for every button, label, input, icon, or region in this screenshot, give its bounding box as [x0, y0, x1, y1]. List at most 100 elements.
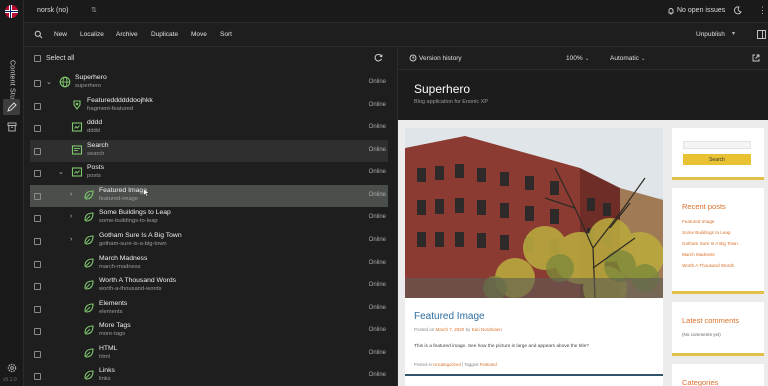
row-name: Search: [87, 142, 109, 149]
tree-row[interactable]: dddd dddd Online: [30, 117, 388, 139]
recent-post-link[interactable]: Gotham Sure Is A Big Town: [682, 241, 738, 246]
row-checkbox[interactable]: [34, 215, 41, 222]
row-status: Online: [368, 192, 386, 198]
tree-row[interactable]: Featureddddddoojhkk fragment-featured Onli…: [30, 95, 388, 117]
row-status: Online: [368, 169, 386, 175]
row-checkbox[interactable]: [34, 373, 41, 380]
site-header: Superhero Blog application for Enonic XP: [398, 70, 768, 120]
pencil-icon: [6, 102, 17, 112]
row-status: Online: [368, 237, 386, 243]
select-all-checkbox[interactable]: Select all: [34, 55, 74, 62]
theme-toggle-icon[interactable]: [733, 6, 742, 15]
duplicate-button[interactable]: Duplicate: [151, 31, 178, 38]
row-checkbox[interactable]: [34, 306, 41, 313]
row-checkbox[interactable]: [34, 148, 41, 155]
tag-link[interactable]: Featured: [480, 362, 497, 367]
row-checkbox[interactable]: [34, 170, 41, 177]
site-preview[interactable]: Superhero Blog application for Enonic XP: [398, 70, 768, 386]
swap-icon[interactable]: ⇅: [91, 6, 97, 14]
apps-menu-icon[interactable]: ⋮: [758, 5, 767, 16]
row-name: Elements: [99, 300, 128, 307]
row-path: html: [99, 354, 110, 360]
gear-icon[interactable]: [6, 362, 18, 374]
version-history-button[interactable]: Version history: [419, 55, 462, 62]
site-search-input[interactable]: [683, 141, 751, 149]
project-selector[interactable]: norsk (no): [37, 7, 69, 14]
chevron-right-icon[interactable]: ›: [70, 213, 72, 220]
tree-row[interactable]: › Featured Image featured-image Online: [30, 185, 388, 207]
version-label: v5.1.0: [3, 377, 17, 383]
chevron-right-icon[interactable]: ›: [70, 236, 72, 243]
tree-row[interactable]: › Gotham Sure Is A Big Town gotham-sure-is…: [30, 230, 388, 252]
tree-row[interactable]: HTML html Online: [30, 343, 388, 365]
card-divider: [405, 374, 663, 376]
tree-row[interactable]: Search search Online: [30, 140, 388, 162]
archive-button[interactable]: [3, 119, 20, 135]
archive-action-button[interactable]: Archive: [116, 31, 138, 38]
row-path: some-buildings-to-leap: [99, 218, 158, 224]
chevron-right-icon[interactable]: ›: [70, 191, 72, 198]
post-icon: [83, 324, 95, 336]
row-name: Featureddddddoojhkk: [87, 97, 153, 104]
row-status: Online: [368, 79, 386, 85]
post-date-link[interactable]: March 7, 2020: [436, 327, 465, 332]
content-tree-panel: Select all ⌄ Superhero superhero Online Feat…: [24, 47, 396, 386]
row-status: Online: [368, 214, 386, 220]
chevron-down-icon[interactable]: ⌄: [46, 78, 52, 86]
row-name: HTML: [99, 345, 118, 352]
row-path: links: [99, 376, 111, 382]
zoom-value: 100%: [566, 55, 583, 62]
tree-row[interactable]: March Madness march-madness Online: [30, 253, 388, 275]
row-name: More Tags: [99, 322, 131, 329]
chevron-down-icon[interactable]: ⌄: [58, 168, 64, 176]
row-checkbox[interactable]: [34, 125, 41, 132]
row-checkbox[interactable]: [34, 103, 41, 110]
site-title[interactable]: Superhero: [414, 82, 470, 96]
norwegian-flag-icon[interactable]: [5, 5, 18, 18]
row-checkbox[interactable]: [34, 283, 41, 290]
refresh-icon[interactable]: [374, 53, 383, 62]
row-checkbox[interactable]: [34, 238, 41, 245]
publish-menu-chevron-icon[interactable]: ▾: [732, 30, 735, 37]
device-value: Automatic: [610, 55, 639, 62]
toggle-preview-icon[interactable]: [757, 30, 766, 39]
row-path: march-madness: [99, 264, 141, 270]
open-external-icon[interactable]: [752, 54, 760, 62]
preview-panel: Version history 100% ⌄ Automatic ⌄ Super…: [397, 47, 768, 386]
select-all-label: Select all: [46, 55, 75, 62]
device-select[interactable]: Automatic ⌄: [610, 55, 646, 62]
action-toolbar: New Localize Archive Duplicate Move Sort…: [24, 23, 768, 47]
site-search-button[interactable]: Search: [683, 154, 751, 165]
tree-row[interactable]: › Some Buildings to Leap some-buildings-to…: [30, 207, 388, 229]
row-checkbox[interactable]: [34, 328, 41, 335]
category-link[interactable]: Uncategorized: [433, 362, 461, 367]
tree-row[interactable]: More Tags more-tags Online: [30, 320, 388, 342]
tree-row[interactable]: Worth A Thousand Words worth-a-thousand-w…: [30, 275, 388, 297]
post-icon: [83, 302, 95, 314]
row-checkbox[interactable]: [34, 80, 41, 87]
recent-post-link[interactable]: Some Buildings to Leap: [682, 230, 731, 235]
search-icon[interactable]: [34, 30, 43, 39]
row-checkbox[interactable]: [34, 351, 41, 358]
sort-button[interactable]: Sort: [220, 31, 232, 38]
new-button[interactable]: New: [54, 31, 67, 38]
checkbox[interactable]: [34, 55, 41, 62]
localize-button[interactable]: Localize: [80, 31, 104, 38]
post-author-link[interactable]: Kari Nordmann: [472, 327, 502, 332]
row-checkbox[interactable]: [34, 193, 41, 200]
content-browse-button[interactable]: [3, 99, 20, 115]
post-title-link[interactable]: Featured Image: [414, 311, 485, 322]
issues-link[interactable]: No open issues: [677, 7, 725, 14]
tree-row[interactable]: Elements elements Online: [30, 298, 388, 320]
history-icon: [409, 54, 417, 62]
recent-post-link[interactable]: Featured Image: [682, 219, 714, 224]
tree-row[interactable]: ⌄ Superhero superhero Online: [30, 72, 388, 94]
recent-post-link[interactable]: March Madness: [682, 252, 715, 257]
tree-row[interactable]: Links links Online: [30, 365, 388, 386]
zoom-select[interactable]: 100% ⌄: [566, 55, 589, 62]
row-checkbox[interactable]: [34, 261, 41, 268]
move-button[interactable]: Move: [191, 31, 207, 38]
tree-row[interactable]: ⌄ Posts posts Online: [30, 162, 388, 184]
recent-post-link[interactable]: Worth A Thousand Words: [682, 263, 734, 268]
unpublish-button[interactable]: Unpublish: [696, 31, 725, 38]
